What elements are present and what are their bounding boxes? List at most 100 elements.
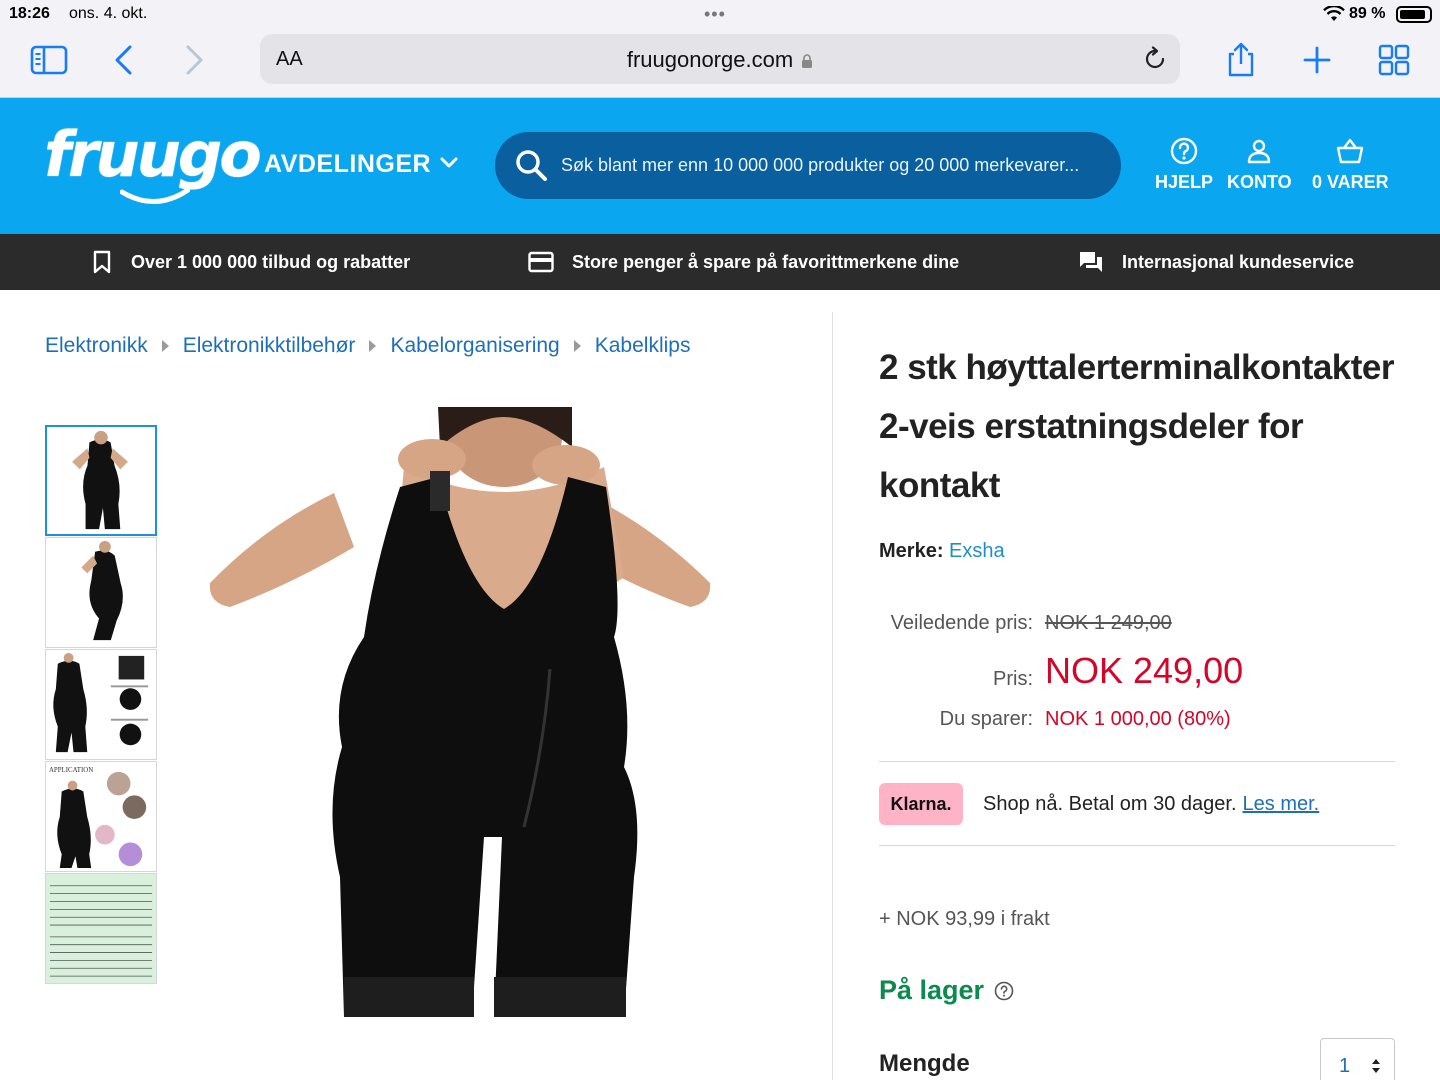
tabs-overview-icon[interactable] xyxy=(1374,42,1414,78)
savings-value: NOK 1 000,00 (80%) xyxy=(1045,708,1231,730)
search-input[interactable] xyxy=(561,148,1107,182)
breadcrumb: Elektronikk Elektronikktilbehør Kabelorg… xyxy=(45,334,690,358)
status-time: 18:26 xyxy=(9,5,50,22)
breadcrumb-link-cable-clips[interactable]: Kabelklips xyxy=(595,334,691,358)
rrp-label: Veiledende pris: xyxy=(890,612,1033,634)
price-block: Veiledende pris: NOK 1 249,00 Pris: NOK … xyxy=(879,612,1399,744)
url-display[interactable]: fruugonorge.com xyxy=(260,47,1180,73)
site-header: fruugo AVDELINGER HJELP KONTO 0 VARER xyxy=(0,98,1440,234)
promo-label-deals: Over 1 000 000 tilbud og rabatter xyxy=(131,251,411,272)
column-divider xyxy=(832,312,833,1080)
share-icon[interactable] xyxy=(1221,42,1261,78)
product-title-line-3: kontakt xyxy=(879,466,1000,505)
quantity-label: Mengde xyxy=(879,1050,970,1077)
thumbnail-gallery: APPLICATION xyxy=(45,425,157,985)
shipping-cost: + NOK 93,99 i frakt xyxy=(879,908,1050,930)
cart-button[interactable]: 0 VARER xyxy=(1312,136,1389,193)
product-title-line-2: 2-veis erstatningsdeler for xyxy=(879,407,1304,446)
breadcrumb-link-electronics[interactable]: Elektronikk xyxy=(45,334,148,358)
brand-link[interactable]: Exsha xyxy=(949,540,1005,562)
thumbnail-1[interactable] xyxy=(45,425,157,536)
product-thumbnail-image xyxy=(46,538,156,647)
product-title: 2 stk høyttalerterminalkontakter 2-veis … xyxy=(879,338,1419,515)
thumbnail-4[interactable]: APPLICATION xyxy=(45,761,157,872)
promo-bar: Over 1 000 000 tilbud og rabatter Store … xyxy=(0,234,1440,290)
breadcrumb-link-cable-organization[interactable]: Kabelorganisering xyxy=(390,334,559,358)
status-bar: 18:26 ons. 4. okt. ••• 89 % xyxy=(0,0,1440,28)
account-button[interactable]: KONTO xyxy=(1227,136,1292,193)
divider xyxy=(879,845,1395,846)
user-icon xyxy=(1248,139,1271,164)
thumbnail-3[interactable] xyxy=(45,649,157,760)
thumbnail-caption: APPLICATION xyxy=(49,767,93,774)
wifi-icon xyxy=(1323,6,1345,21)
savings-label: Du sparer: xyxy=(939,708,1033,730)
lock-icon xyxy=(802,54,813,68)
promo-label-brands: Store penger å spare på favorittmerkene … xyxy=(572,251,960,272)
product-thumbnail-image xyxy=(47,427,155,534)
rrp-value: NOK 1 249,00 xyxy=(1045,612,1172,634)
thumbnail-5[interactable] xyxy=(45,873,157,984)
search-bar xyxy=(495,132,1121,199)
promo-label-service: Internasjonal kundeservice xyxy=(1122,251,1355,272)
chevron-down-icon xyxy=(440,157,458,168)
product-photo xyxy=(204,407,716,1027)
fruugo-logo[interactable]: fruugo xyxy=(44,118,262,191)
address-bar[interactable]: AA fruugonorge.com xyxy=(260,34,1180,84)
product-main-image[interactable] xyxy=(204,407,716,1027)
klarna-read-more-link[interactable]: Les mer. xyxy=(1243,793,1320,815)
klarna-badge: Klarna. xyxy=(879,783,963,825)
browser-toolbar: AA fruugonorge.com xyxy=(0,28,1440,98)
credit-card-icon xyxy=(528,251,554,273)
chat-bubbles-icon xyxy=(1080,252,1102,272)
battery-percent: 89 % xyxy=(1349,5,1386,22)
battery-icon xyxy=(1396,6,1432,23)
cart-label: 0 VARER xyxy=(1312,172,1389,192)
promo-item-brands[interactable]: Store penger å spare på favorittmerkene … xyxy=(528,250,959,274)
search-icon[interactable] xyxy=(513,147,549,183)
chevron-right-icon xyxy=(161,340,169,352)
help-circle-icon xyxy=(1170,137,1198,165)
help-label: HJELP xyxy=(1155,172,1214,192)
chevron-right-icon xyxy=(573,340,581,352)
stock-label: På lager xyxy=(879,975,985,1005)
breadcrumb-link-accessories[interactable]: Elektronikktilbehør xyxy=(183,334,356,358)
klarna-message: Shop nå. Betal om 30 dager. Les mer. xyxy=(983,793,1319,816)
new-tab-icon[interactable] xyxy=(1297,42,1337,78)
divider xyxy=(879,761,1395,762)
product-brand: Merke: Exsha xyxy=(879,540,1005,563)
reload-icon[interactable] xyxy=(1142,46,1168,72)
sidebar-icon[interactable] xyxy=(29,42,69,78)
product-title-line-1: 2 stk høyttalerterminalkontakter xyxy=(879,348,1395,387)
departments-menu[interactable]: AVDELINGER xyxy=(264,150,459,179)
product-thumbnail-image xyxy=(46,874,156,983)
url-text: fruugonorge.com xyxy=(626,47,794,72)
quantity-value: 1 xyxy=(1339,1055,1351,1077)
stock-status: På lager xyxy=(879,975,1014,1006)
help-button[interactable]: HJELP xyxy=(1155,136,1213,193)
rrp-row: Veiledende pris: NOK 1 249,00 xyxy=(879,612,1399,648)
price-value: NOK 249,00 xyxy=(1045,650,1244,691)
account-label: KONTO xyxy=(1227,172,1292,192)
savings-row: Du sparer: NOK 1 000,00 (80%) xyxy=(879,708,1399,744)
chevron-right-icon xyxy=(369,340,377,352)
thumbnail-2[interactable] xyxy=(45,537,157,648)
help-circle-icon[interactable] xyxy=(994,981,1014,1001)
price-row: Pris: NOK 249,00 xyxy=(879,648,1399,708)
quantity-select[interactable]: 1 xyxy=(1320,1038,1395,1080)
status-date: ons. 4. okt. xyxy=(69,5,148,22)
basket-icon xyxy=(1337,138,1364,164)
price-label: Pris: xyxy=(993,668,1033,690)
brand-label: Merke: xyxy=(879,540,944,562)
select-arrows-icon xyxy=(1372,1059,1380,1073)
departments-label: AVDELINGER xyxy=(264,150,432,178)
multitasking-dots-icon[interactable]: ••• xyxy=(704,4,726,25)
klarna-text: Shop nå. Betal om 30 dager. xyxy=(983,793,1237,815)
product-thumbnail-image xyxy=(46,650,156,759)
forward-icon[interactable] xyxy=(174,42,214,78)
promo-item-service[interactable]: Internasjonal kundeservice xyxy=(1078,250,1354,274)
promo-item-deals[interactable]: Over 1 000 000 tilbud og rabatter xyxy=(91,250,410,274)
product-thumbnail-image: APPLICATION xyxy=(46,762,156,871)
back-icon[interactable] xyxy=(104,42,144,78)
logo-swoosh-icon xyxy=(120,187,190,204)
